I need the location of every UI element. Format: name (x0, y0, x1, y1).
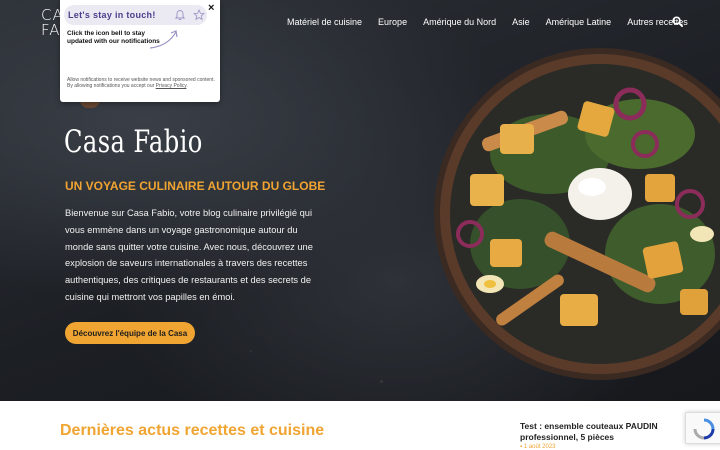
hero-description: Bienvenue sur Casa Fabio, votre blog cul… (65, 208, 313, 302)
article-title-link[interactable]: Test : ensemble couteaux PAUDIN professi… (520, 421, 670, 443)
nav-item-amerique-du-nord[interactable]: Amérique du Nord (423, 17, 496, 27)
section-title: Dernières actus recettes et cuisine (60, 422, 325, 439)
search-icon[interactable] (672, 16, 683, 27)
recaptcha-icon (693, 418, 715, 440)
article-date: ▪ 1 août 2023 (520, 444, 556, 450)
page-title: Casa Fabio (64, 124, 203, 160)
notification-popup: Let's stay in touch! × Click the icon be… (60, 0, 220, 102)
star-icon[interactable] (193, 9, 205, 21)
hero-subtitle: UN VOYAGE CULINAIRE AUTOUR DU GLOBE (65, 179, 326, 193)
nav-item-asie[interactable]: Asie (512, 17, 530, 27)
curved-arrow-icon (149, 30, 178, 49)
hero-section: CASA FABIO Matériel de cuisine Europe Am… (0, 0, 720, 401)
calendar-icon: ▪ (520, 444, 523, 450)
nav-item-europe[interactable]: Europe (378, 17, 407, 27)
nav-item-amerique-latine[interactable]: Amérique Latine (546, 17, 612, 27)
food-bowl-image (434, 48, 720, 380)
legal-text: Allow notifications to receive website n… (67, 77, 215, 89)
background-speck (250, 350, 252, 352)
main-nav: Matériel de cuisine Europe Amérique du N… (287, 17, 704, 27)
latest-news-section: Dernières actus recettes et cuisine Test… (0, 401, 720, 450)
notification-title: Let's stay in touch! (68, 10, 156, 20)
background-speck (380, 380, 383, 383)
close-icon[interactable]: × (208, 2, 214, 14)
article-date-text: 1 août 2023 (523, 444, 556, 450)
discover-team-button[interactable]: Découvrez l'équipe de la Casa (65, 322, 195, 344)
notification-legal-text: Allow notifications to receive website n… (67, 77, 215, 89)
notification-header: Let's stay in touch! (64, 5, 207, 25)
privacy-policy-link[interactable]: Privacy Policy (156, 83, 187, 89)
nav-item-materiel[interactable]: Matériel de cuisine (287, 17, 362, 27)
bell-icon[interactable] (174, 9, 186, 21)
recaptcha-badge[interactable] (685, 412, 720, 444)
